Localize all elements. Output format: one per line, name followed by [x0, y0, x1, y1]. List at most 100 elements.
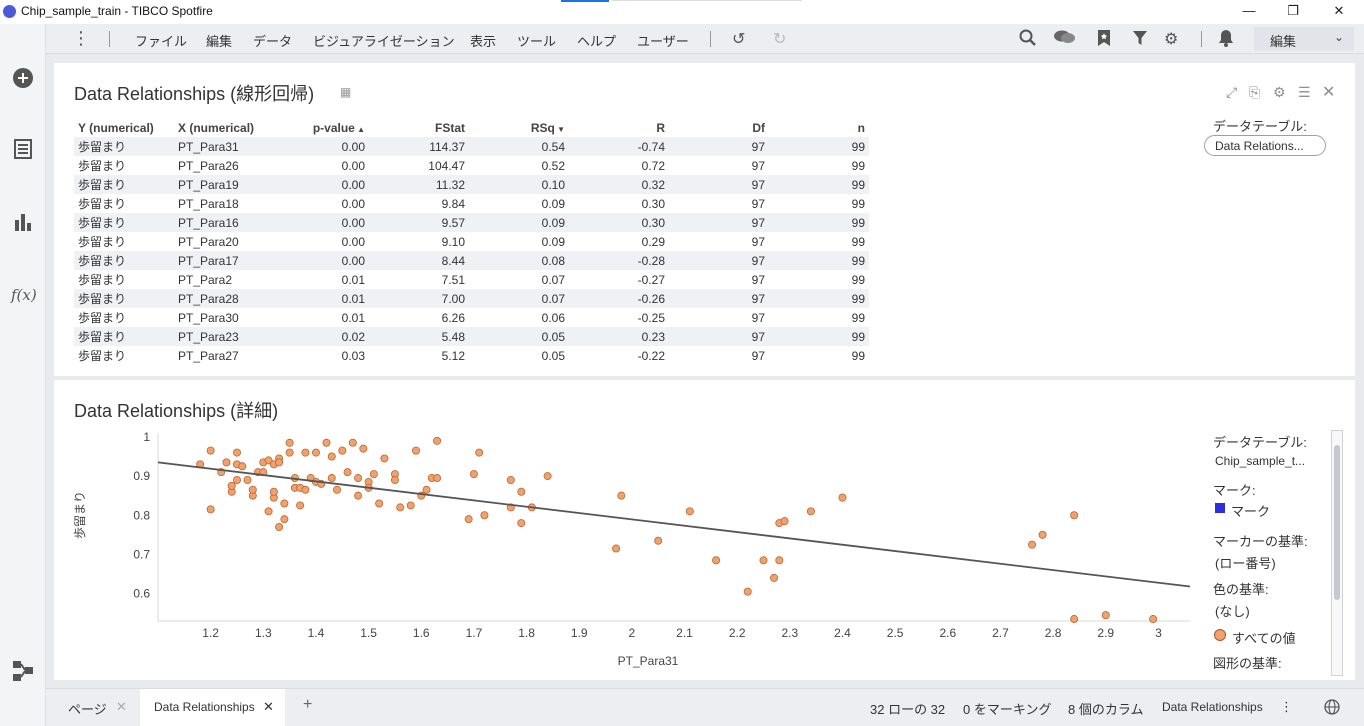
data-point[interactable] [475, 448, 484, 457]
legend-color-basis-value[interactable]: (なし) [1215, 601, 1250, 620]
data-point[interactable] [380, 454, 389, 463]
data-point[interactable] [269, 487, 278, 496]
function-icon[interactable]: f(x) [11, 286, 37, 304]
scatter-plot[interactable]: 0.6 0.7 0.8 0.9 1 1.2 1.3 1.4 1.5 1.6 1.7 1.8 1.9 2 2.… [54, 425, 1194, 675]
data-point[interactable] [285, 438, 294, 447]
notification-bell-icon[interactable] [1218, 29, 1234, 52]
column-header[interactable]: FStat [369, 118, 469, 137]
data-point[interactable] [206, 446, 215, 455]
column-header[interactable]: n [769, 118, 869, 137]
legend-data-table-value[interactable]: Chip_sample_t... [1215, 454, 1305, 468]
data-point[interactable] [517, 487, 526, 496]
legend-scrollbar[interactable] [1331, 430, 1343, 676]
menu-tools[interactable]: ツール [517, 31, 556, 50]
close-active-tab-icon[interactable]: ✕ [263, 699, 274, 715]
data-point[interactable] [1070, 511, 1079, 520]
data-point[interactable] [464, 515, 473, 524]
data-point[interactable] [369, 470, 378, 479]
bar-chart-icon[interactable] [11, 212, 35, 237]
column-header[interactable]: X (numerical) [174, 118, 274, 137]
bookmark-icon[interactable] [1097, 29, 1111, 52]
data-point[interactable] [322, 438, 331, 447]
legend-marker-basis-value[interactable]: (ロー番号) [1215, 553, 1276, 572]
data-point[interactable] [301, 448, 310, 457]
page-tab[interactable]: ページ [68, 699, 107, 718]
flow-diagram-icon[interactable] [11, 660, 35, 687]
menu-file[interactable]: ファイル [135, 31, 187, 50]
data-point[interactable] [296, 501, 305, 510]
globe-icon[interactable] [1324, 699, 1340, 718]
data-point[interactable] [1028, 540, 1037, 549]
more-menu-icon[interactable]: ⋮ [72, 28, 90, 48]
table-row[interactable]: 歩留まり PT_Para19 0.00 11.32 0.10 0.32 97 99 [74, 175, 869, 194]
data-point[interactable] [806, 507, 815, 516]
filter-icon[interactable] [1132, 29, 1148, 52]
data-point[interactable] [232, 476, 241, 485]
data-point[interactable] [396, 503, 405, 512]
column-header[interactable]: R [569, 118, 669, 137]
data-point[interactable] [1101, 611, 1110, 620]
collaboration-icon[interactable] [1053, 29, 1077, 52]
data-point[interactable] [759, 556, 768, 565]
table-row[interactable]: 歩留まり PT_Para17 0.00 8.44 0.08 -0.28 97 99 [74, 251, 869, 270]
data-point[interactable] [838, 493, 847, 502]
data-point[interactable] [238, 462, 247, 471]
data-point[interactable] [654, 536, 663, 545]
undo-icon[interactable]: ↺ [732, 29, 745, 49]
data-point[interactable] [327, 474, 336, 483]
data-point[interactable] [743, 587, 752, 596]
status-table-name[interactable]: Data Relationships [1162, 700, 1263, 714]
data-point[interactable] [348, 438, 357, 447]
data-point[interactable] [264, 507, 273, 516]
maximize-icon[interactable]: ⤢ [1226, 84, 1237, 101]
data-point[interactable] [232, 448, 241, 457]
data-point[interactable] [617, 491, 626, 500]
data-point[interactable] [543, 472, 552, 481]
data-point[interactable] [354, 491, 363, 500]
close-page-tab-icon[interactable]: ✕ [116, 699, 127, 715]
table-row[interactable]: 歩留まり PT_Para16 0.00 9.57 0.09 0.30 97 99 [74, 213, 869, 232]
column-header[interactable]: RSq ▼ [469, 118, 569, 137]
data-point[interactable] [354, 474, 363, 483]
close-panel-icon[interactable]: ✕ [1322, 82, 1335, 102]
data-point[interactable] [712, 556, 721, 565]
table-row[interactable]: 歩留まり PT_Para27 0.03 5.12 0.05 -0.22 97 99 [74, 346, 869, 365]
table-row[interactable]: 歩留まり PT_Para26 0.00 104.47 0.52 0.72 97 99 [74, 156, 869, 175]
data-point[interactable] [327, 452, 336, 461]
data-point[interactable] [275, 523, 284, 532]
data-point[interactable] [422, 485, 431, 494]
active-tab-label[interactable]: Data Relationships [154, 700, 255, 714]
minimize-button[interactable]: — [1226, 0, 1272, 24]
table-row[interactable]: 歩留まり PT_Para23 0.02 5.48 0.05 0.23 97 99 [74, 327, 869, 346]
data-point[interactable] [333, 485, 342, 494]
add-page-button[interactable]: + [303, 696, 312, 714]
column-header[interactable]: Y (numerical) [74, 118, 174, 137]
menu-help[interactable]: ヘルプ [577, 31, 616, 50]
table-row[interactable]: 歩留まり PT_Para30 0.01 6.26 0.06 -0.25 97 99 [74, 308, 869, 327]
table-row[interactable]: 歩留まり PT_Para31 0.00 114.37 0.54 -0.74 97 99 [74, 137, 869, 156]
data-point[interactable] [770, 573, 779, 582]
data-point[interactable] [517, 519, 526, 528]
settings-gear-icon[interactable]: ⚙ [1164, 29, 1178, 49]
data-point[interactable] [433, 474, 442, 483]
data-point[interactable] [227, 481, 236, 490]
search-icon[interactable] [1019, 29, 1037, 52]
data-point[interactable] [243, 476, 252, 485]
data-point[interactable] [780, 517, 789, 526]
data-point[interactable] [375, 499, 384, 508]
data-point[interactable] [480, 511, 489, 520]
data-point[interactable] [275, 458, 284, 467]
data-table-selector[interactable]: Data Relations... [1204, 135, 1326, 156]
redo-icon[interactable]: ↻ [773, 29, 786, 49]
edit-mode-select[interactable]: 編集 ⌄ [1254, 27, 1354, 51]
menu-user[interactable]: ユーザー [637, 31, 689, 50]
menu-data[interactable]: データ [253, 31, 292, 50]
data-point[interactable] [1149, 615, 1158, 624]
data-point[interactable] [338, 446, 347, 455]
data-point[interactable] [406, 501, 415, 510]
data-point[interactable] [1070, 615, 1079, 624]
list-icon[interactable]: ☰ [1298, 84, 1311, 101]
data-point[interactable] [222, 458, 231, 467]
menu-visualization[interactable]: ビジュアライゼーション [313, 31, 455, 50]
data-point[interactable] [359, 444, 368, 453]
